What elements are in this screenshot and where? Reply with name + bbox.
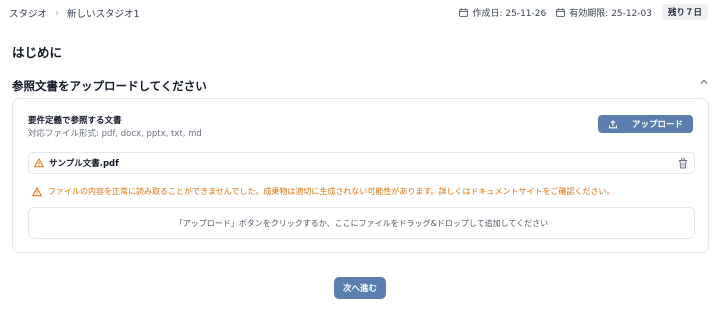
- created-date-text: 作成日: 25-11-26: [472, 8, 547, 19]
- studio-meta: 作成日: 25-11-26 有効期限: 25-12-03 残り７日: [459, 4, 708, 20]
- section-title: 参照文書をアップロードしてください: [12, 79, 207, 93]
- remaining-days-badge: 残り７日: [661, 4, 708, 20]
- warning-icon: [32, 186, 42, 196]
- top-bar: スタジオ › 新しいスタジオ1 作成日: 25-11-26 有効期限: 25-1…: [0, 0, 719, 26]
- upload-section-header[interactable]: 参照文書をアップロードしてください: [12, 75, 709, 93]
- calendar-icon: [556, 7, 566, 17]
- chevron-up-icon[interactable]: [699, 77, 709, 87]
- document-title: 要件定義で参照する文書: [28, 116, 122, 126]
- dropzone-text: 「アップロード」ボタンをクリックするか、ここにファイルをドラッグ&ドロップして追…: [174, 218, 549, 228]
- upload-icon: [608, 120, 618, 129]
- read-warning: ファイルの内容を正常に読み取ることができませんでした。成果物は適切に生成されない…: [32, 186, 615, 197]
- expiry-date-text: 有効期限: 25-12-03: [569, 8, 652, 19]
- upload-button[interactable]: アップロード: [598, 115, 693, 133]
- expiry-date: 有効期限: 25-12-03: [556, 6, 652, 19]
- breadcrumb: スタジオ › 新しいスタジオ1: [9, 6, 140, 21]
- app-root: スタジオ › 新しいスタジオ1 作成日: 25-11-26 有効期限: 25-1…: [0, 0, 719, 314]
- upload-card: 要件定義で参照する文書 対応ファイル形式: pdf, docx, pptx, t…: [12, 98, 709, 253]
- chevron-right-icon: ›: [55, 7, 60, 19]
- upload-button-label: アップロード: [631, 120, 683, 130]
- calendar-icon: [459, 7, 469, 17]
- file-dropzone[interactable]: 「アップロード」ボタンをクリックするか、ここにファイルをドラッグ&ドロップして追…: [28, 207, 695, 239]
- breadcrumb-current: 新しいスタジオ1: [67, 9, 140, 20]
- trash-icon[interactable]: [678, 158, 688, 169]
- warning-text: ファイルの内容を正常に読み取ることができませんでした。成果物は適切に生成されない…: [48, 187, 615, 196]
- page-title: はじめに: [12, 45, 63, 60]
- next-button-label: 次へ進む: [342, 284, 377, 294]
- created-date: 作成日: 25-11-26: [459, 6, 546, 19]
- next-button[interactable]: 次へ進む: [334, 277, 386, 299]
- breadcrumb-root[interactable]: スタジオ: [9, 6, 47, 20]
- warning-icon: [34, 158, 44, 168]
- file-name: サンプル文書.pdf: [49, 159, 119, 169]
- uploaded-file-row: サンプル文書.pdf: [28, 152, 695, 174]
- supported-formats: 対応ファイル形式: pdf, docx, pptx, txt, md: [28, 129, 202, 139]
